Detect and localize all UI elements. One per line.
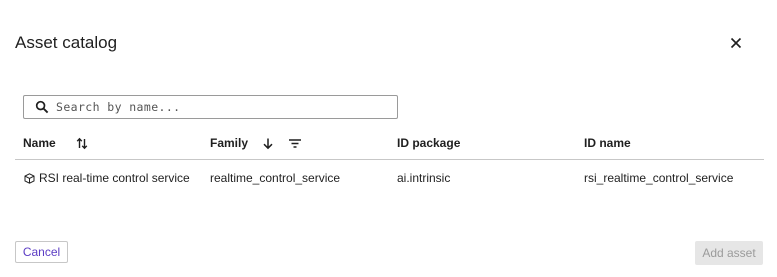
cell-id-package: ai.intrinsic (397, 171, 451, 185)
column-header-id-name: ID name (584, 136, 631, 150)
add-asset-button[interactable]: Add asset (695, 241, 763, 265)
column-header-label: ID name (584, 136, 631, 150)
table-body: RSI real-time control service realtime_c… (15, 160, 764, 194)
filter-icon[interactable] (288, 138, 302, 149)
arrow-down-icon[interactable] (262, 137, 274, 150)
asset-catalog-dialog: Asset catalog Name Family (0, 0, 777, 277)
column-header-family: Family (210, 136, 302, 150)
cell-family: realtime_control_service (210, 171, 341, 185)
close-icon (730, 37, 742, 49)
close-button[interactable] (726, 33, 746, 53)
search-icon (35, 100, 49, 114)
cell-id-name: rsi_realtime_control_service (584, 171, 734, 185)
asset-name: RSI real-time control service (39, 171, 190, 185)
asset-table: Name Family ID package ID name RSI real-… (15, 127, 764, 194)
table-row[interactable]: RSI real-time control service realtime_c… (15, 160, 764, 194)
column-header-label: Name (23, 136, 56, 150)
column-header-id-package: ID package (397, 136, 460, 150)
cell-name: RSI real-time control service (24, 171, 190, 185)
dialog-title: Asset catalog (15, 33, 118, 52)
search-input[interactable] (56, 97, 386, 117)
cube-icon (24, 172, 35, 184)
search-field (23, 95, 398, 119)
cancel-button[interactable]: Cancel (15, 241, 68, 263)
sort-both-icon[interactable] (76, 137, 88, 150)
column-header-name: Name (23, 136, 88, 150)
column-header-label: Family (210, 136, 249, 150)
table-header: Name Family ID package ID name (15, 127, 764, 160)
column-header-label: ID package (397, 136, 461, 150)
